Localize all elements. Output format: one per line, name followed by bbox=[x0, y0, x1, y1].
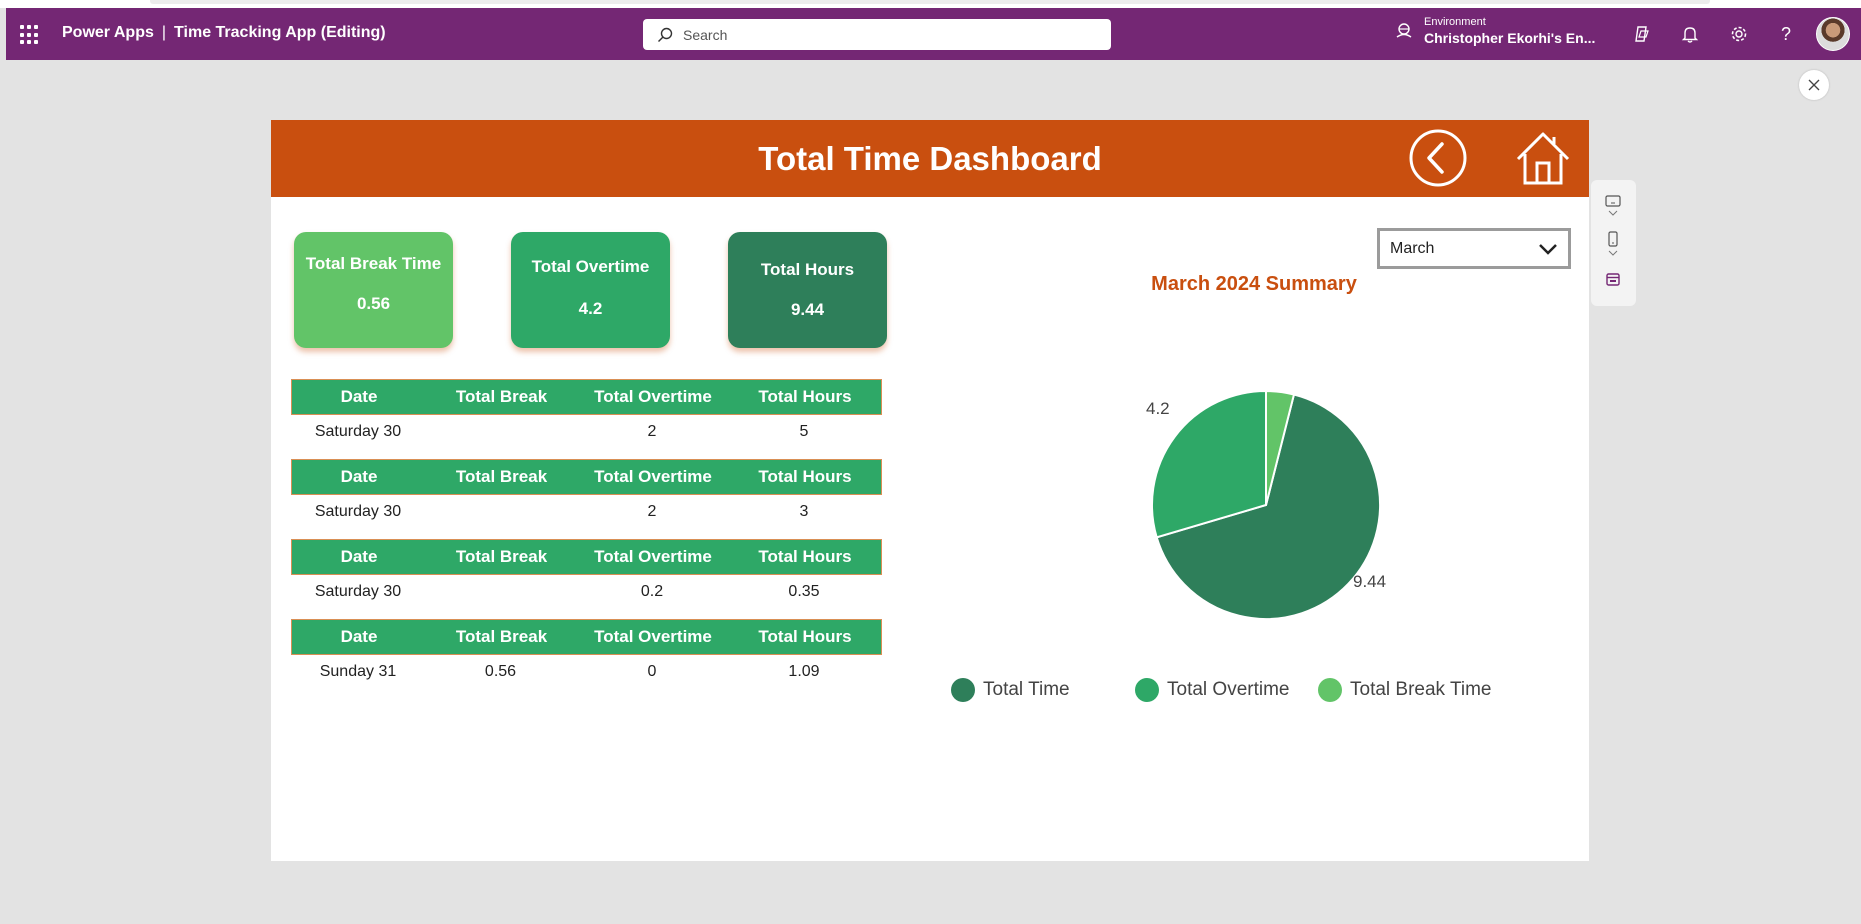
legend-swatch bbox=[951, 678, 975, 702]
legend-item: Total Break Time bbox=[1318, 678, 1492, 702]
cell-overtime: 2 bbox=[647, 423, 657, 440]
total-overtime-card: Total Overtime 4.2 bbox=[511, 232, 670, 348]
product-name[interactable]: Power Apps bbox=[62, 24, 154, 41]
month-dropdown[interactable]: March bbox=[1377, 228, 1571, 269]
cell-overtime: 2 bbox=[647, 503, 657, 520]
environment-label: Environment bbox=[1424, 16, 1486, 28]
help-icon[interactable]: ? bbox=[1774, 22, 1798, 46]
legend-label: Total Break Time bbox=[1350, 679, 1492, 700]
record-table[interactable]: Date Total Break Total Overtime Total Ho… bbox=[291, 619, 882, 689]
table-header: Date Total Break Total Overtime Total Ho… bbox=[291, 379, 882, 415]
col-overtime: Total Overtime bbox=[594, 467, 712, 486]
environment-name: Christopher Ekorhi's En... bbox=[1424, 30, 1596, 46]
record-table[interactable]: Date Total Break Total Overtime Total Ho… bbox=[291, 539, 882, 609]
app-bar: Power Apps | Time Tracking App (Editing) E… bbox=[6, 8, 1861, 60]
chart-title: March 2024 Summary bbox=[1151, 273, 1357, 295]
legend-swatch bbox=[1318, 678, 1342, 702]
copilot-icon[interactable] bbox=[1630, 22, 1654, 46]
close-button[interactable] bbox=[1799, 70, 1829, 100]
cell-date: Saturday 30 bbox=[314, 503, 402, 520]
cell-overtime: 0 bbox=[647, 663, 657, 680]
cell-overtime: 0.2 bbox=[640, 583, 664, 600]
record-table[interactable]: Date Total Break Total Overtime Total Ho… bbox=[291, 459, 882, 529]
col-hours: Total Hours bbox=[758, 627, 852, 646]
back-arrow-icon[interactable] bbox=[1409, 129, 1467, 187]
layout-side-panel bbox=[1591, 180, 1636, 306]
card-value: 0.56 bbox=[356, 294, 391, 313]
table-row[interactable]: Saturday 30 0.2 0.35 bbox=[291, 575, 882, 609]
col-break: Total Break bbox=[455, 627, 548, 646]
col-overtime: Total Overtime bbox=[594, 547, 712, 566]
col-hours: Total Hours bbox=[758, 467, 852, 486]
home-icon[interactable] bbox=[1514, 129, 1572, 187]
calendar-icon[interactable] bbox=[1604, 270, 1622, 288]
card-label: Total Hours bbox=[760, 260, 855, 279]
bell-icon[interactable] bbox=[1678, 22, 1702, 46]
browser-top-strip bbox=[0, 0, 1861, 8]
col-date: Date bbox=[340, 547, 378, 566]
dropdown-value: March bbox=[1390, 239, 1435, 257]
phone-layout-icon[interactable] bbox=[1604, 230, 1622, 248]
app-name: Time Tracking App (Editing) bbox=[174, 24, 386, 41]
environment-picker[interactable]: Environment Christopher Ekorhi's En... bbox=[1394, 15, 1595, 47]
chevron-down-icon bbox=[1539, 243, 1557, 255]
table-header: Date Total Break Total Overtime Total Ho… bbox=[291, 459, 882, 495]
search-icon bbox=[658, 27, 673, 42]
col-date: Date bbox=[340, 627, 378, 646]
col-date: Date bbox=[340, 387, 378, 406]
cell-date: Saturday 30 bbox=[314, 423, 402, 440]
search-input[interactable] bbox=[683, 26, 1083, 43]
environment-icon bbox=[1396, 23, 1412, 38]
record-table[interactable]: Date Total Break Total Overtime Total Ho… bbox=[291, 379, 882, 449]
cell-date: Saturday 30 bbox=[314, 583, 402, 600]
gear-icon[interactable] bbox=[1727, 22, 1751, 46]
legend-item: Total Overtime bbox=[1135, 678, 1292, 702]
card-value: 9.44 bbox=[790, 300, 825, 319]
table-header: Date Total Break Total Overtime Total Ho… bbox=[291, 619, 882, 655]
avatar[interactable] bbox=[1816, 17, 1850, 51]
app-canvas: Total Time Dashboard Total Break Time 0.… bbox=[271, 120, 1589, 861]
table-row[interactable]: Saturday 30 2 3 bbox=[291, 495, 882, 529]
cell-hours: 1.09 bbox=[788, 663, 820, 680]
title-separator: | bbox=[161, 24, 167, 41]
cell-hours: 0.35 bbox=[788, 583, 820, 600]
legend-label: Total Overtime bbox=[1167, 679, 1290, 700]
cell-hours: 5 bbox=[799, 423, 809, 440]
close-icon bbox=[1808, 79, 1820, 91]
legend-item: Total Time bbox=[951, 678, 1109, 702]
col-break: Total Break bbox=[455, 387, 548, 406]
col-overtime: Total Overtime bbox=[594, 627, 712, 646]
col-hours: Total Hours bbox=[758, 547, 852, 566]
col-hours: Total Hours bbox=[758, 387, 852, 406]
pie-label-overtime: 4.2 bbox=[1146, 399, 1170, 418]
col-overtime: Total Overtime bbox=[594, 387, 712, 406]
total-break-card: Total Break Time 0.56 bbox=[294, 232, 453, 348]
col-break: Total Break bbox=[455, 467, 548, 486]
col-date: Date bbox=[340, 467, 378, 486]
app-title: Power Apps | Time Tracking App (Editing) bbox=[62, 24, 386, 42]
pie-label-total-time: 9.44 bbox=[1353, 572, 1387, 591]
table-row[interactable]: Saturday 30 2 5 bbox=[291, 415, 882, 449]
col-break: Total Break bbox=[455, 547, 548, 566]
card-value: 4.2 bbox=[578, 299, 603, 318]
help-glyph: ? bbox=[1780, 23, 1791, 44]
chevron-down-icon[interactable] bbox=[1604, 248, 1622, 258]
legend-label: Total Time bbox=[983, 679, 1070, 700]
waffle-icon[interactable] bbox=[20, 25, 40, 45]
chart-legend: Total Time Total Overtime Total Break Ti… bbox=[951, 678, 1518, 702]
cell-date: Sunday 31 bbox=[319, 663, 397, 680]
chevron-down-icon[interactable] bbox=[1604, 208, 1622, 218]
table-row[interactable]: Sunday 31 0.56 0 1.09 bbox=[291, 655, 882, 689]
page-title: Total Time Dashboard bbox=[758, 140, 1102, 177]
legend-swatch bbox=[1135, 678, 1159, 702]
top-sliver bbox=[150, 0, 1710, 4]
search-box[interactable] bbox=[643, 19, 1111, 50]
card-label: Total Break Time bbox=[305, 254, 442, 273]
cell-break: 0.56 bbox=[484, 663, 517, 680]
cell-hours: 3 bbox=[799, 503, 809, 520]
screen-header: Total Time Dashboard bbox=[271, 120, 1589, 197]
total-hours-card: Total Hours 9.44 bbox=[728, 232, 887, 348]
table-header: Date Total Break Total Overtime Total Ho… bbox=[291, 539, 882, 575]
card-label: Total Overtime bbox=[531, 257, 650, 276]
